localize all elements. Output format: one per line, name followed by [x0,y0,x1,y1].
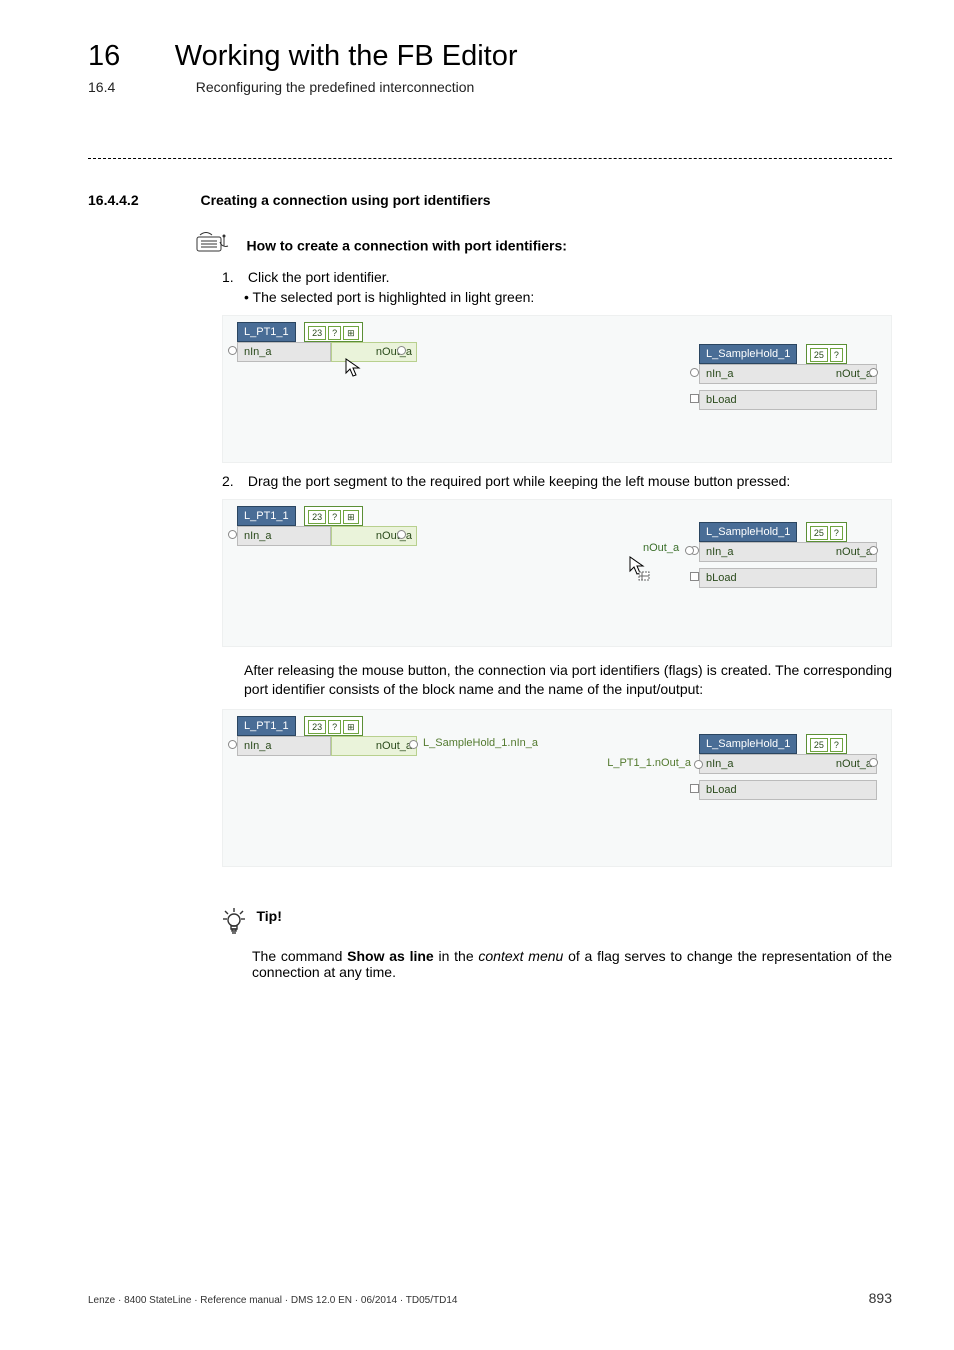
tip-text: The command [252,948,347,964]
badge-box: 25? [806,344,847,364]
badge-num: 25 [810,526,828,540]
step-1-bullet: The selected port is highlighted in ligh… [244,289,892,305]
badge-num: 23 [308,326,326,340]
tip-body: The command Show as line in the context … [252,948,892,980]
figure-2: L_PT1_1 23?⊞ nIn_a nOut_a L_SampleHold_1 [222,499,892,647]
help-icon: ? [328,510,341,524]
footer-text: Lenze · 8400 StateLine · Reference manua… [88,1295,457,1306]
tip-heading: Tip! [256,908,281,924]
flag-pin [409,740,418,749]
tip-italic: context menu [478,948,563,964]
figure-3: L_PT1_1 23?⊞ nIn_a nOut_a L_SampleHold_1… [222,709,892,867]
step-number-2: 2. [222,473,244,489]
pin-icon [228,740,237,749]
procedure-icon [196,232,236,259]
pin-icon [869,546,878,555]
port-out: nOut_a [836,757,872,771]
tip-bold: Show as line [347,948,434,964]
port-out: nOut_a [836,545,872,559]
badge-box: 23?⊞ [304,716,363,736]
drag-cursor-icon [629,556,651,587]
grid-icon: ⊞ [343,510,359,524]
section-title: Reconfiguring the predefined interconnec… [196,79,475,95]
block-title: L_SampleHold_1 [699,734,797,754]
cursor-icon [345,358,361,383]
block-title: L_SampleHold_1 [699,522,797,542]
subsection-number: 16.4.4.2 [88,192,196,208]
after-release-text: After releasing the mouse button, the co… [244,661,892,699]
badge-box: 23?⊞ [304,506,363,526]
step-number-1: 1. [222,269,244,285]
port-in: nIn_a [706,546,734,558]
figure-1: L_PT1_1 23?⊞ nIn_a nOut_a [222,315,892,463]
port-out-highlighted: nOut_a [376,529,412,543]
pin-icon [690,394,699,403]
port-in: bLoad [706,394,737,406]
divider [88,158,892,159]
pin-icon [690,784,699,793]
port-out-highlighted: nOut_a [376,345,412,359]
block-title: L_PT1_1 [237,322,296,342]
procedure-heading: How to create a connection with port ide… [246,238,566,254]
pin-icon [397,346,406,355]
page-number: 893 [869,1290,892,1306]
pin-icon [690,572,699,581]
pin-icon [228,530,237,539]
badge-box: 25? [806,522,847,542]
port-in: nIn_a [706,368,734,380]
port-in: nIn_a [244,346,272,358]
port-in: bLoad [706,784,737,796]
port-in: nIn_a [244,740,272,752]
port-in: nIn_a [244,530,272,542]
chapter-title: Working with the FB Editor [175,40,518,73]
tip-text: in the [434,948,479,964]
chapter-number: 16 [88,40,120,73]
badge-num: 25 [810,348,828,362]
drag-ghost-label: nOut_a [643,542,679,554]
block-title: L_SampleHold_1 [699,344,797,364]
step-text-2: Drag the port segment to the required po… [248,473,790,489]
pin-icon [690,368,699,377]
tip-icon [222,907,246,940]
block-title: L_PT1_1 [237,716,296,736]
grid-icon: ⊞ [343,720,359,734]
flag-pin [694,760,703,769]
badge-num: 25 [810,738,828,752]
port-out: nOut_a [836,367,872,381]
port-out-highlighted: nOut_a [376,739,412,753]
step-text-1: Click the port identifier. [248,269,390,285]
section-number: 16.4 [88,79,115,95]
pin-icon [228,346,237,355]
help-icon: ? [830,348,843,362]
subsection-heading: Creating a connection using port identif… [200,192,490,208]
flag-label-left: L_SampleHold_1.nIn_a [423,737,538,749]
flag-label-right: L_PT1_1.nOut_a [607,757,691,769]
badge-num: 23 [308,720,326,734]
block-title: L_PT1_1 [237,506,296,526]
badge-num: 23 [308,510,326,524]
help-icon: ? [328,720,341,734]
grid-icon: ⊞ [343,326,359,340]
help-icon: ? [328,326,341,340]
pin-icon [869,368,878,377]
port-in: nIn_a [706,758,734,770]
badge-box: 25? [806,734,847,754]
help-icon: ? [830,738,843,752]
pin-icon [869,758,878,767]
badge-box: 23?⊞ [304,322,363,342]
port-in: bLoad [706,572,737,584]
pin-icon [397,530,406,539]
help-icon: ? [830,526,843,540]
drag-ghost-pin [685,546,694,555]
